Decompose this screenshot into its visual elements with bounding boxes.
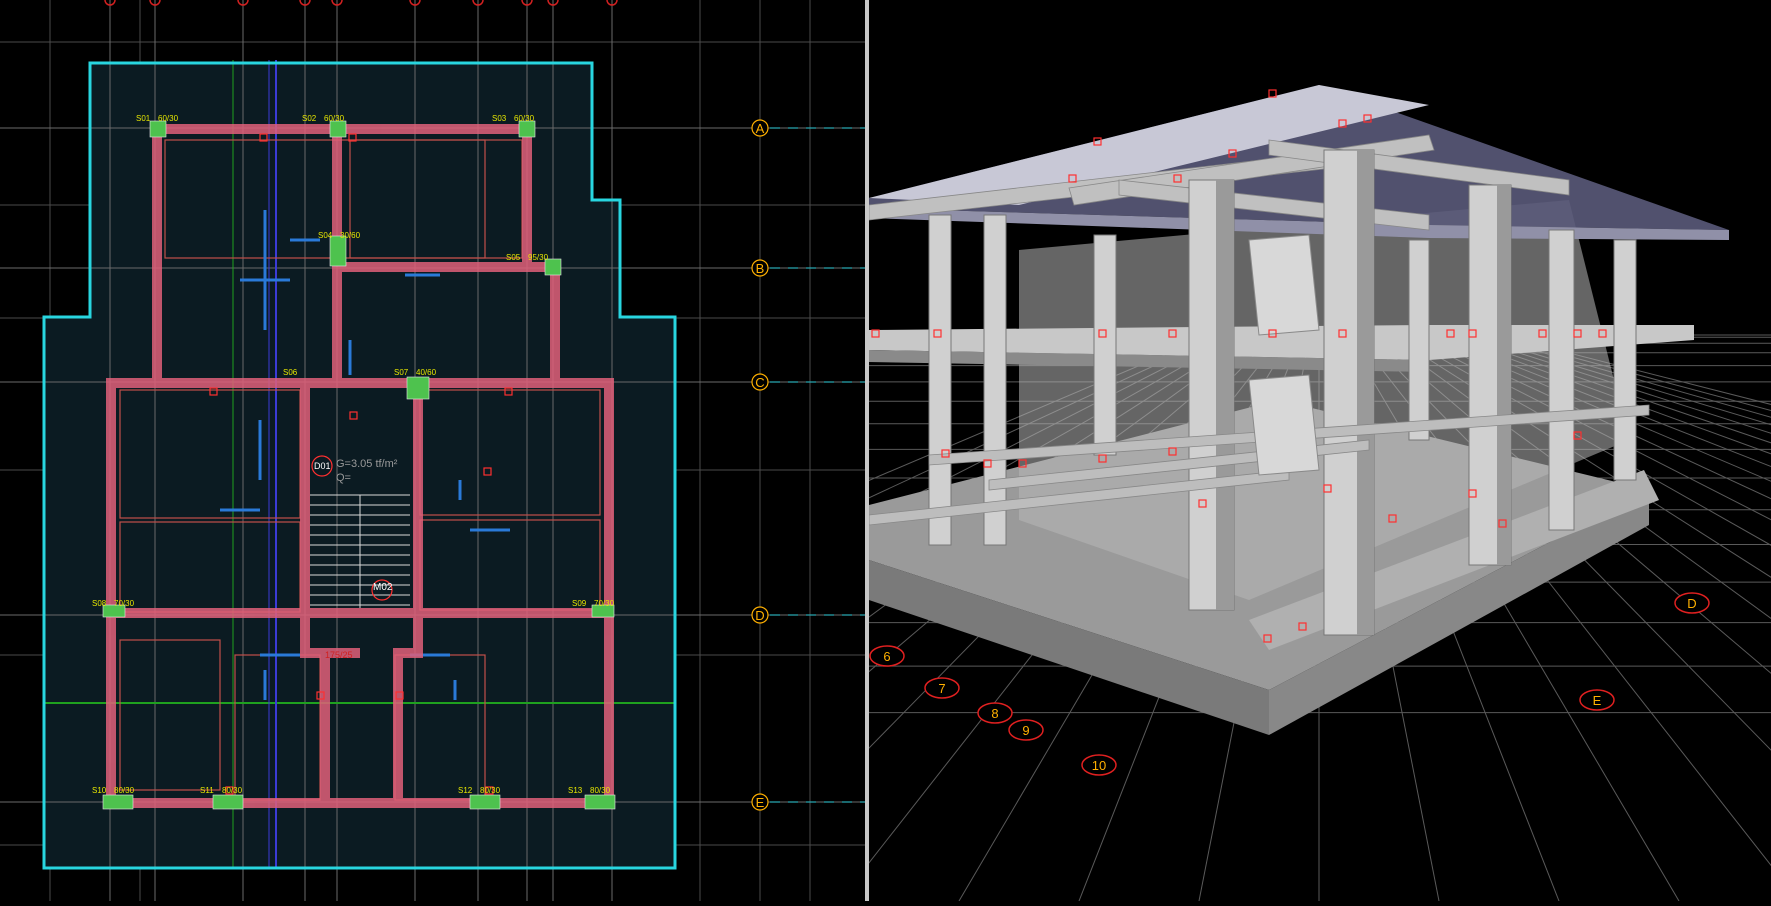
column-size-label: 70/30 <box>594 599 615 608</box>
model-axis-label-6: 6 <box>883 649 890 664</box>
column-label: S10 <box>92 786 107 795</box>
model-axis-label-e: E <box>1593 693 1602 708</box>
column-label: S08 <box>92 599 107 608</box>
floor-plan-drawing[interactable]: A B C D E S01 60/30 S02 60/30 S03 60/30 S04 30/60 S05… <box>0 0 865 901</box>
column-label: S04 <box>318 231 333 240</box>
column-size-label: 95/30 <box>528 253 549 262</box>
model-axis-label-7: 7 <box>938 681 945 696</box>
3d-model-viewport[interactable]: 6 7 8 9 10 E D <box>0 0 1771 902</box>
column-label: S12 <box>458 786 473 795</box>
axis-label-c: C <box>755 375 764 390</box>
column-size-label: 30/60 <box>340 231 361 240</box>
column-size-label: 60/30 <box>324 114 345 123</box>
column-label: S07 <box>394 368 409 377</box>
model-axis-label-8: 8 <box>991 706 998 721</box>
column-size-label: 80/30 <box>590 786 611 795</box>
column-size-label: 40/60 <box>416 368 437 377</box>
3d-structure-model[interactable]: 6 7 8 9 10 E D <box>0 0 1771 902</box>
column-label: S03 <box>492 114 507 123</box>
column-label: S06 <box>283 368 298 377</box>
model-axis-label-10: 10 <box>1092 758 1106 773</box>
axis-label-b: B <box>756 261 765 276</box>
dead-load-label: G=3.05 tf/m² <box>336 458 398 470</box>
slab-label: D01 <box>314 461 331 471</box>
model-axis-label-9: 9 <box>1022 723 1029 738</box>
column-size-label: 80/30 <box>222 786 243 795</box>
column-label: S05 <box>506 253 521 262</box>
column-label: S01 <box>136 114 151 123</box>
live-load-label: Q= <box>336 472 351 484</box>
column-label: S09 <box>572 599 587 608</box>
column-size-label: 60/30 <box>514 114 535 123</box>
axis-label-e: E <box>756 795 765 810</box>
column-size-label: 80/30 <box>480 786 501 795</box>
axis-label-a: A <box>756 121 765 136</box>
column-size-label: 70/30 <box>114 599 135 608</box>
structural-node-marker <box>1268 89 1277 98</box>
axis-label-d: D <box>755 608 764 623</box>
column-label: S02 <box>302 114 317 123</box>
beam-label: 175/25 <box>325 650 353 660</box>
stair-label: M02 <box>373 582 393 593</box>
column-label: S13 <box>568 786 583 795</box>
column-label: S11 <box>200 786 214 795</box>
plan-view-panel[interactable]: A B C D E S01 60/30 S02 60/30 S03 60/30 S04 30/60 S05… <box>0 0 865 901</box>
column-size-label: 60/30 <box>158 114 179 123</box>
model-axis-label-d: D <box>1687 596 1696 611</box>
column-size-label: 80/30 <box>114 786 135 795</box>
